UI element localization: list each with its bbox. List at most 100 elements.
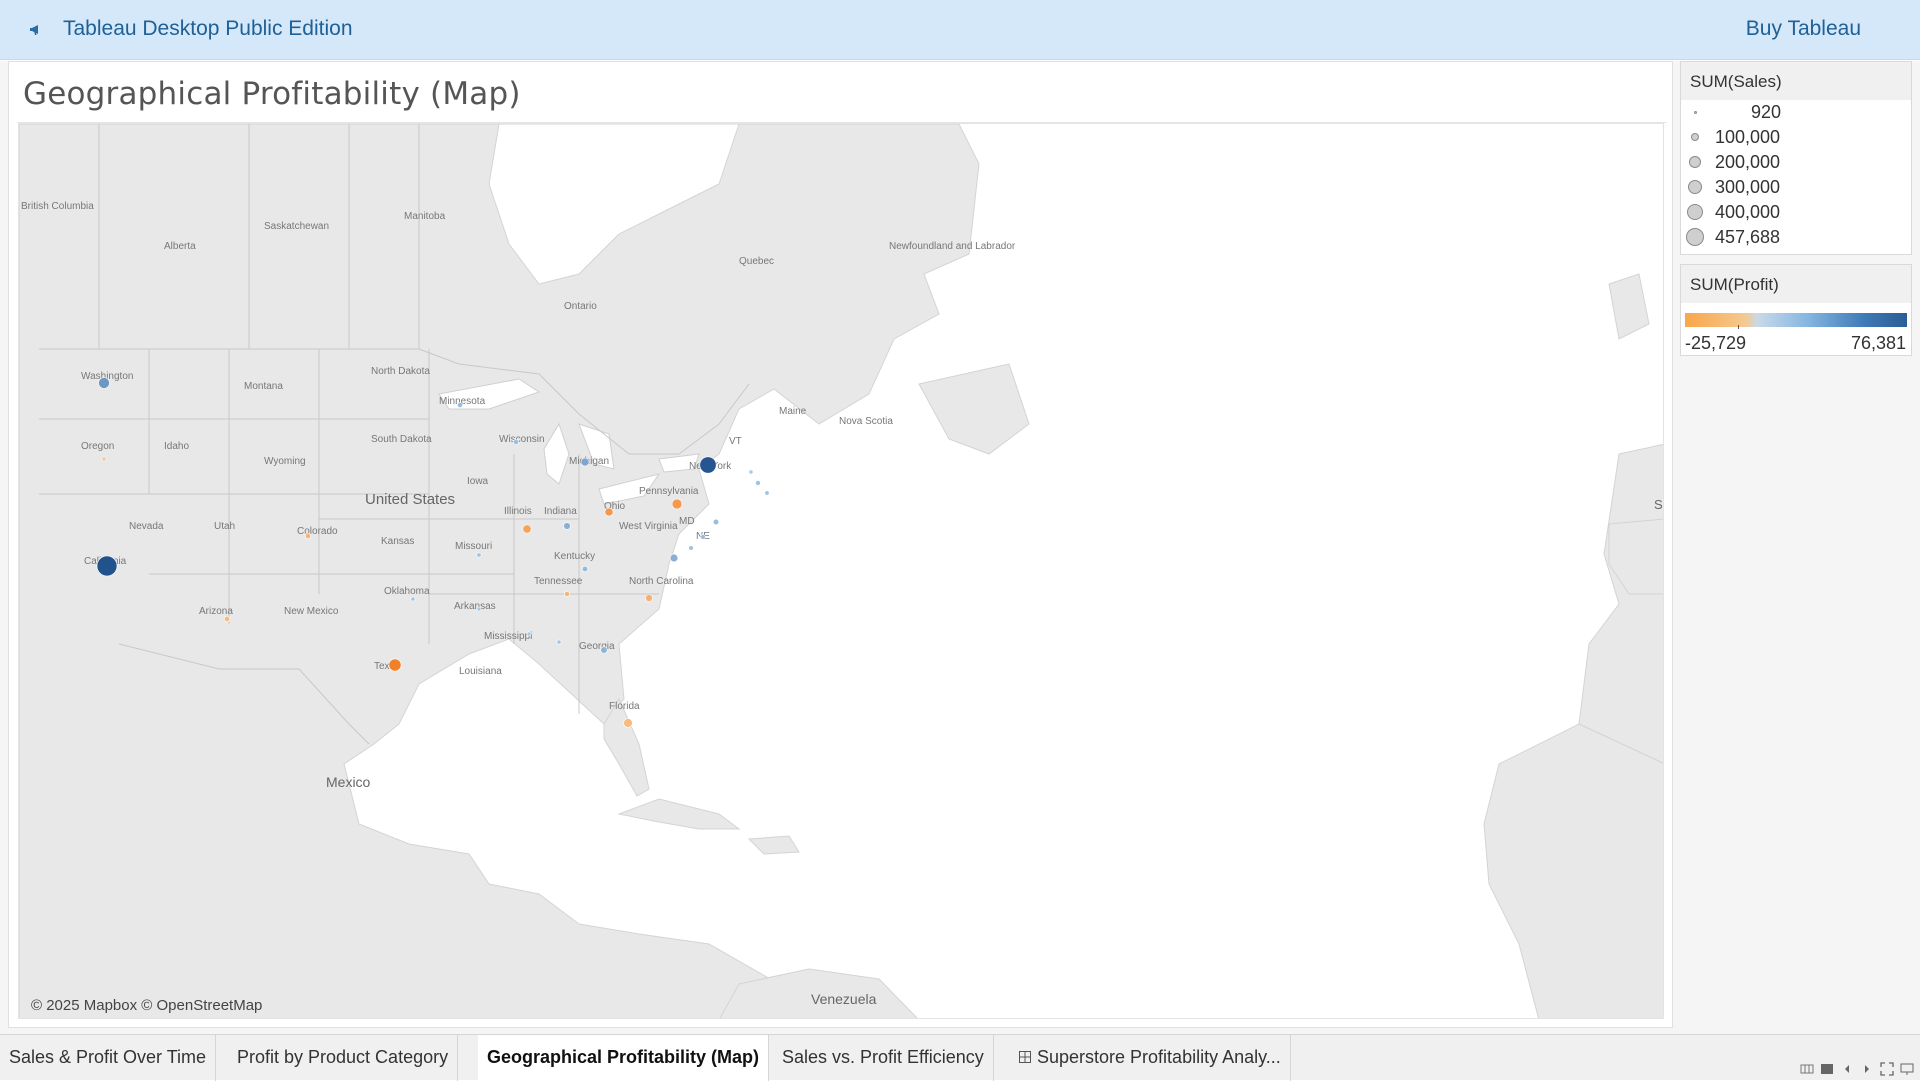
tabs-view-icon[interactable] (1820, 1062, 1834, 1076)
state-mark-rhode-island[interactable] (764, 490, 770, 496)
map-place-label: Iowa (467, 476, 489, 487)
map-place-label: MD (679, 516, 695, 527)
size-legend-dot (1693, 110, 1697, 114)
map-place-label: Wyoming (264, 456, 306, 467)
map-place-label: Ontario (564, 301, 597, 312)
state-mark-georgia[interactable] (600, 646, 608, 654)
size-legend-dot (1687, 179, 1703, 195)
map-place-label: Quebec (739, 256, 774, 267)
map-place-label: S (1654, 497, 1663, 512)
presentation-mode-icon[interactable] (1900, 1062, 1914, 1076)
dashboard-grid-icon (1019, 1051, 1031, 1063)
map-canvas[interactable]: British Columbia Alberta Saskatchewan Manit… (19, 124, 1664, 1019)
map-place-label: Indiana (544, 506, 577, 517)
state-mark-kentucky[interactable] (581, 565, 589, 573)
map-place-label: Idaho (164, 441, 189, 452)
size-legend-value: 100,000 (1715, 127, 1781, 147)
ireland-land (1608, 273, 1650, 340)
map-place-label: Tennessee (534, 576, 583, 587)
dashboard-area: Geographical Profitability (Map) British… (0, 61, 1920, 1034)
size-legend-value: 920 (1751, 102, 1782, 122)
color-legend-min: -25,729 (1685, 333, 1747, 353)
state-mark-pennsylvania[interactable] (671, 498, 683, 510)
buy-tableau-link[interactable]: Buy Tableau (1746, 17, 1861, 41)
state-mark-minnesota[interactable] (457, 402, 463, 408)
tab-sales-vs-profit-efficiency[interactable]: Sales vs. Profit Efficiency (773, 1035, 994, 1081)
state-mark-virginia[interactable] (669, 553, 679, 563)
size-legend-dot (1686, 203, 1704, 221)
tab-superstore-dashboard[interactable]: Superstore Profitability Analy... (1010, 1035, 1291, 1081)
tab-geographical-profitability[interactable]: Geographical Profitability (Map) (478, 1035, 770, 1081)
state-mark-massachusetts[interactable] (755, 480, 761, 486)
state-mark-indiana[interactable] (563, 522, 571, 530)
size-legend-item: 100,000 (1681, 125, 1911, 150)
state-mark-washington[interactable] (98, 377, 110, 389)
europe-land (1578, 443, 1663, 764)
state-mark-oklahoma[interactable] (410, 596, 416, 602)
map-sheet: Geographical Profitability (Map) British… (8, 61, 1673, 1028)
map-place-label: Newfoundland and Labrador (889, 241, 1016, 252)
state-mark-mississippi[interactable] (526, 631, 532, 637)
map-place-label: Wisconsin (499, 434, 545, 445)
fullscreen-icon[interactable] (1880, 1062, 1894, 1076)
state-mark-new-jersey[interactable] (712, 518, 720, 526)
size-legend-dot (1686, 228, 1704, 246)
map-place-label: Utah (214, 521, 235, 532)
size-legend-title: SUM(Sales) (1681, 62, 1911, 100)
zero-tick (1738, 325, 1739, 329)
map-place-label: Missouri (455, 541, 492, 552)
size-legend-item: 200,000 (1681, 150, 1911, 175)
map-place-label: Montana (244, 381, 283, 392)
map-place-label: Kentucky (554, 551, 595, 562)
state-mark-michigan[interactable] (580, 457, 590, 467)
africa-land (1483, 723, 1663, 1018)
state-mark-missouri[interactable] (476, 552, 482, 558)
state-mark-texas[interactable] (388, 658, 402, 672)
state-mark-tennessee[interactable] (564, 591, 570, 597)
profit-color-legend[interactable]: SUM(Profit) -25,729 76,381 (1680, 264, 1912, 356)
florida-land (603, 697, 650, 797)
state-mark-delaware[interactable] (700, 534, 706, 540)
state-mark-maryland[interactable] (688, 545, 694, 551)
state-mark-california[interactable] (96, 555, 118, 577)
state-mark-ohio[interactable] (604, 507, 614, 517)
size-legend-value: 300,000 (1715, 177, 1781, 197)
previous-sheet-icon[interactable] (1840, 1062, 1854, 1076)
state-mark-arkansas[interactable] (476, 606, 482, 612)
size-legend-item: 920 (1681, 100, 1911, 125)
tab-profit-by-product-category[interactable]: Profit by Product Category (228, 1035, 459, 1081)
filmstrip-view-icon[interactable] (1800, 1062, 1814, 1076)
hispaniola-land (747, 835, 800, 855)
size-legend-item: 300,000 (1681, 175, 1911, 200)
map-place-label: Georgia (579, 641, 615, 652)
state-mark-florida[interactable] (623, 718, 633, 728)
state-mark-illinois[interactable] (522, 524, 532, 534)
sales-size-legend[interactable]: SUM(Sales) 920 100,000 200,000 300,000 400,0… (1680, 61, 1912, 255)
map-place-label: Maine (779, 406, 807, 417)
size-legend-item: 457,688 (1681, 225, 1911, 250)
sheet-tab-bar: Sales & Profit Over Time Profit by Produ… (0, 1034, 1920, 1081)
map-place-label: Florida (609, 701, 640, 712)
state-mark-wisconsin[interactable] (513, 439, 519, 445)
state-mark-new-york[interactable] (699, 456, 717, 474)
state-mark-connecticut[interactable] (748, 469, 754, 475)
tab-superstore-label: Superstore Profitability Analy... (1037, 1047, 1281, 1067)
state-mark-colorado[interactable] (305, 533, 311, 539)
state-mark-arizona[interactable] (223, 615, 231, 623)
state-mark-alabama[interactable] (556, 639, 562, 645)
state-mark-oregon[interactable] (101, 456, 107, 462)
color-legend-max: 76,381 (1850, 333, 1906, 353)
size-legend-dot (1690, 132, 1700, 142)
map-place-label: Alberta (164, 241, 196, 252)
size-legend-value: 400,000 (1715, 202, 1781, 222)
next-sheet-icon[interactable] (1860, 1062, 1874, 1076)
map-place-label: Pennsylvania (639, 486, 699, 497)
map-place-label: Mexico (326, 774, 371, 790)
size-legend-dot (1689, 156, 1701, 168)
map-view[interactable]: British Columbia Alberta Saskatchewan Manit… (18, 123, 1664, 1019)
map-place-label: United States (365, 491, 455, 508)
tab-sales-profit-over-time[interactable]: Sales & Profit Over Time (0, 1035, 217, 1081)
map-attribution[interactable]: © 2025 Mapbox © OpenStreetMap (31, 997, 262, 1014)
map-place-label: North Carolina (629, 576, 694, 587)
state-mark-north-carolina[interactable] (645, 594, 653, 602)
